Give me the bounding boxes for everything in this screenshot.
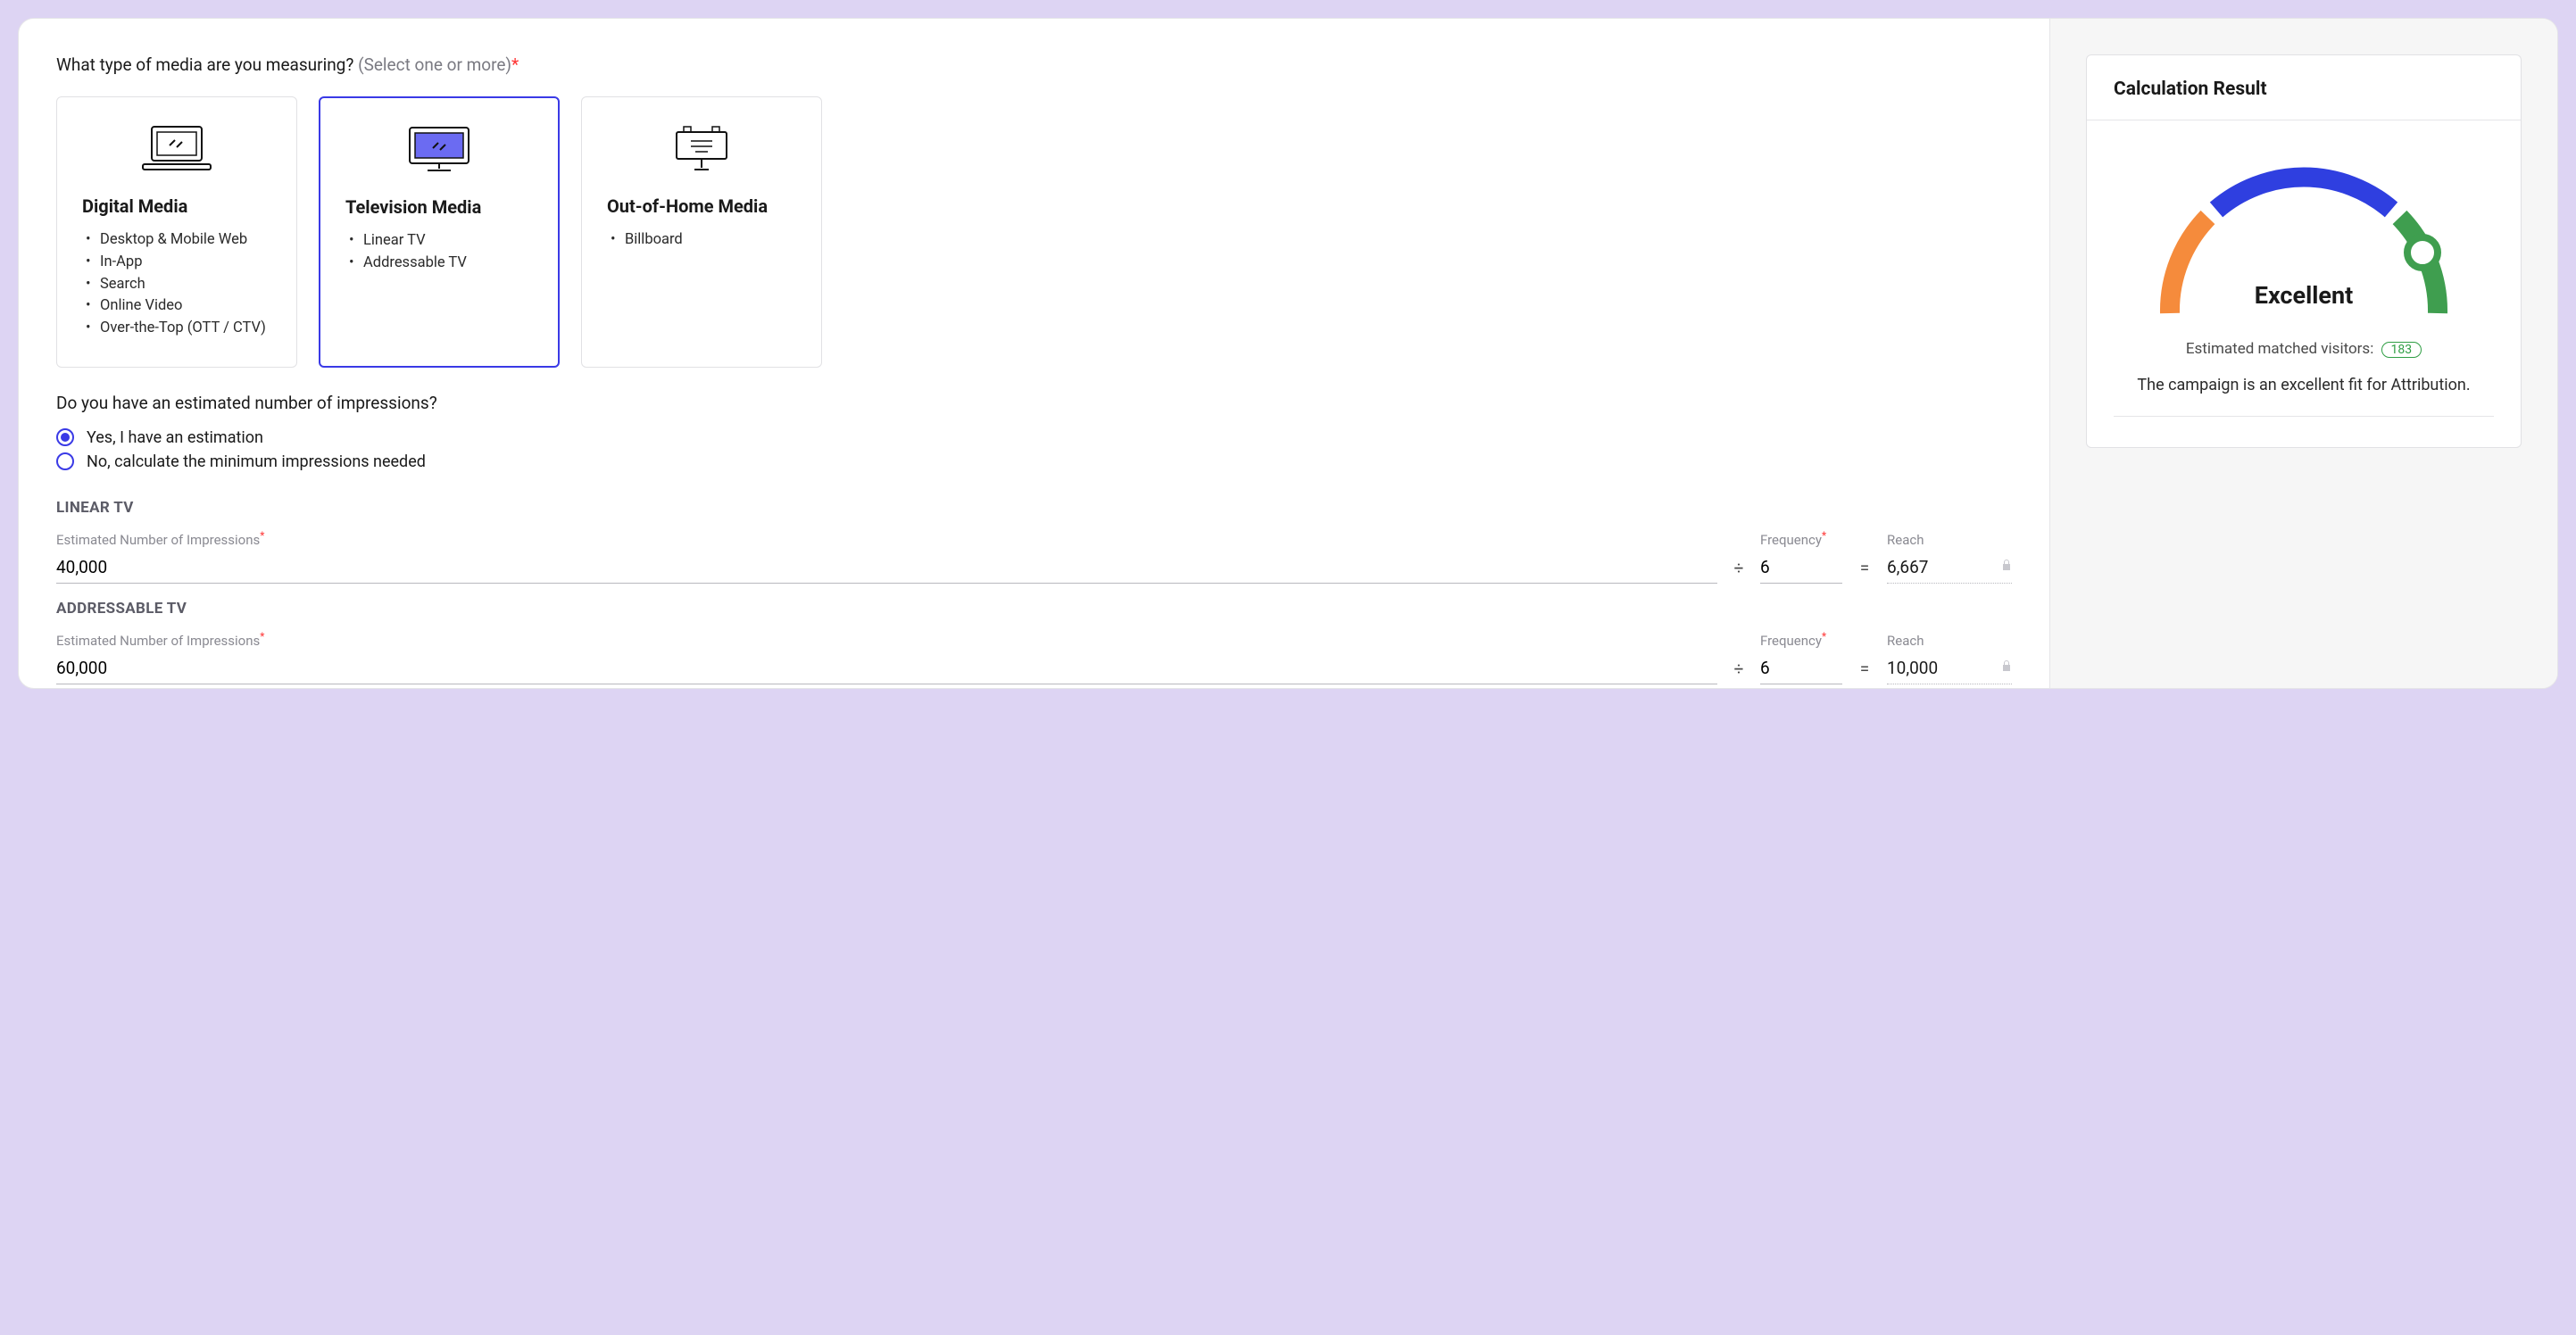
radio-icon bbox=[56, 428, 74, 446]
field-reach: Reach 6,667 bbox=[1887, 532, 2012, 584]
equals-symbol: = bbox=[1855, 558, 1874, 584]
card-item-list: Linear TV Addressable TV bbox=[345, 230, 533, 275]
card-title: Television Media bbox=[345, 196, 533, 218]
left-column: What type of media are you measuring? (S… bbox=[19, 19, 2050, 688]
field-frequency: Frequency* bbox=[1760, 630, 1842, 684]
list-item: Online Video bbox=[86, 295, 271, 318]
card-ooh-media[interactable]: Out-of-Home Media Billboard bbox=[581, 96, 822, 368]
label-frequency: Frequency* bbox=[1760, 529, 1842, 548]
lock-icon bbox=[2001, 659, 2012, 676]
divide-symbol: ÷ bbox=[1730, 659, 1748, 684]
required-asterisk: * bbox=[1822, 630, 1826, 643]
card-title: Out-of-Home Media bbox=[607, 195, 796, 217]
card-digital-media[interactable]: Digital Media Desktop & Mobile Web In-Ap… bbox=[56, 96, 297, 368]
media-type-question: What type of media are you measuring? (S… bbox=[56, 54, 2012, 75]
equals-symbol: = bbox=[1855, 659, 1874, 684]
config-panel: What type of media are you measuring? (S… bbox=[18, 18, 2558, 689]
list-item: Linear TV bbox=[349, 230, 533, 253]
label-impressions: Estimated Number of Impressions* bbox=[56, 630, 1717, 649]
result-body: Excellent Estimated matched visitors: 18… bbox=[2087, 120, 2521, 447]
result-divider bbox=[2114, 416, 2494, 417]
result-summary: The campaign is an excellent fit for Att… bbox=[2114, 376, 2494, 394]
radio-label: Yes, I have an estimation bbox=[87, 426, 263, 450]
question-hint: (Select one or more) bbox=[358, 54, 511, 75]
estimated-visitors-line: Estimated matched visitors: 183 bbox=[2114, 340, 2494, 358]
card-television-media[interactable]: Television Media Linear TV Addressable T… bbox=[319, 96, 560, 368]
question-prompt: What type of media are you measuring? bbox=[56, 54, 353, 75]
section-label-addressable: ADDRESSABLE TV bbox=[56, 600, 2012, 618]
label-impressions: Estimated Number of Impressions* bbox=[56, 529, 1717, 548]
list-item: Search bbox=[86, 274, 271, 296]
list-item: Over-the-Top (OTT / CTV) bbox=[86, 318, 271, 340]
field-impressions: Estimated Number of Impressions* bbox=[56, 529, 1717, 584]
required-asterisk: * bbox=[260, 630, 264, 643]
radio-icon bbox=[56, 452, 74, 470]
field-impressions: Estimated Number of Impressions* bbox=[56, 630, 1717, 684]
est-label: Estimated matched visitors: bbox=[2186, 340, 2373, 358]
list-item: Billboard bbox=[611, 229, 796, 252]
list-item: Addressable TV bbox=[349, 253, 533, 275]
input-frequency-linear[interactable] bbox=[1760, 551, 1842, 584]
reach-value: 6,667 bbox=[1887, 557, 1928, 577]
input-impressions-linear[interactable] bbox=[56, 551, 1717, 584]
card-item-list: Desktop & Mobile Web In-App Search Onlin… bbox=[82, 229, 271, 340]
impressions-radio-group: Yes, I have an estimation No, calculate … bbox=[56, 426, 2012, 474]
card-item-list: Billboard bbox=[607, 229, 796, 252]
lock-icon bbox=[2001, 559, 2012, 575]
label-reach: Reach bbox=[1887, 633, 2012, 649]
calc-row-linear: Estimated Number of Impressions* ÷ Frequ… bbox=[56, 529, 2012, 584]
billboard-icon bbox=[607, 120, 796, 176]
impressions-question: Do you have an estimated number of impre… bbox=[56, 393, 2012, 413]
right-column: Calculation Result Excellent Estimated m… bbox=[2050, 19, 2557, 688]
calc-row-addressable: Estimated Number of Impressions* ÷ Frequ… bbox=[56, 630, 2012, 684]
required-asterisk: * bbox=[1822, 529, 1826, 542]
reach-value: 10,000 bbox=[1887, 658, 1938, 678]
required-asterisk: * bbox=[260, 529, 264, 542]
radio-option-no[interactable]: No, calculate the minimum impressions ne… bbox=[56, 450, 2012, 474]
label-reach: Reach bbox=[1887, 532, 2012, 548]
result-header: Calculation Result bbox=[2087, 55, 2521, 120]
card-title: Digital Media bbox=[82, 195, 271, 217]
field-frequency: Frequency* bbox=[1760, 529, 1842, 584]
label-frequency: Frequency* bbox=[1760, 630, 1842, 649]
radio-label: No, calculate the minimum impressions ne… bbox=[87, 450, 426, 474]
gauge-rating: Excellent bbox=[2152, 281, 2456, 310]
required-asterisk: * bbox=[511, 54, 519, 75]
result-card: Calculation Result Excellent Estimated m… bbox=[2086, 54, 2522, 448]
input-frequency-addressable[interactable] bbox=[1760, 652, 1842, 684]
list-item: In-App bbox=[86, 252, 271, 274]
radio-option-yes[interactable]: Yes, I have an estimation bbox=[56, 426, 2012, 450]
input-impressions-addressable[interactable] bbox=[56, 652, 1717, 684]
media-type-cards: Digital Media Desktop & Mobile Web In-Ap… bbox=[56, 96, 2012, 368]
divide-symbol: ÷ bbox=[1730, 558, 1748, 584]
laptop-icon bbox=[82, 120, 271, 176]
section-label-linear: LINEAR TV bbox=[56, 499, 2012, 517]
tv-icon bbox=[345, 121, 533, 177]
readonly-reach-addressable: 10,000 bbox=[1887, 652, 2012, 684]
gauge-chart: Excellent bbox=[2152, 153, 2456, 322]
field-reach: Reach 10,000 bbox=[1887, 633, 2012, 684]
list-item: Desktop & Mobile Web bbox=[86, 229, 271, 252]
readonly-reach-linear: 6,667 bbox=[1887, 551, 2012, 584]
est-value-pill: 183 bbox=[2381, 342, 2422, 358]
